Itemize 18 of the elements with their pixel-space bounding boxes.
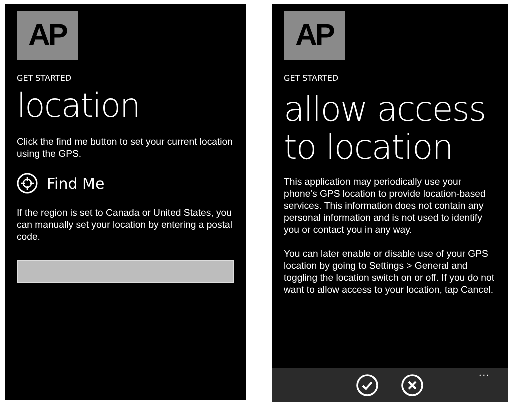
accept-button[interactable] (356, 374, 379, 396)
body-text: Click the find me button to set your current location using the GPS. (17, 137, 234, 161)
section-label: GET STARTED (17, 74, 73, 83)
body-text: You can later enable or disable use of your GPS location by going to Settings > General and toggling the location switch on or off. If you do not want to allow access to your location, tap Cancel. (284, 249, 496, 297)
cancel-button[interactable] (401, 374, 424, 396)
info-text: If the region is set to Canada or United States, you can manually set your location by entering a postal code. (17, 208, 234, 244)
postal-code-field[interactable] (17, 260, 234, 283)
page-title: allow access to location (284, 91, 487, 167)
section-label: GET STARTED (284, 74, 340, 83)
logo: AP (284, 11, 345, 60)
close-icon (401, 374, 424, 396)
crosshair-icon (17, 173, 38, 194)
find-me-button[interactable]: Find Me (17, 173, 105, 194)
check-icon (356, 374, 379, 396)
page-title: location (17, 85, 141, 127)
more-button[interactable]: ... (479, 368, 502, 391)
logo: AP (17, 11, 78, 60)
body-text: This application may periodically use your phone's GPS location to provide location-based services. This information does not contain any personal information and is not used to identify you or contact you in any way. (284, 177, 487, 237)
